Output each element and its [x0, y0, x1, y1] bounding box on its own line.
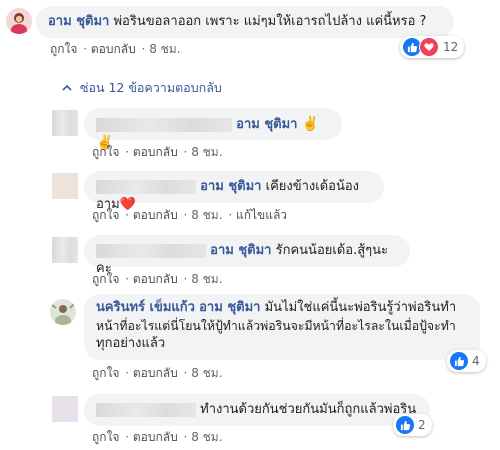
- comment-time[interactable]: 8 ชม.: [191, 272, 222, 286]
- hide-replies-toggle[interactable]: ซ่อน 12 ข้อความตอบกลับ: [62, 78, 222, 98]
- edited-label[interactable]: แก้ไขแล้ว: [236, 208, 287, 222]
- comment-author[interactable]: อาม ชุติมา: [48, 14, 109, 29]
- reply-bubble: ทำงานด้วยกันช่วยกันมันก็ถูกแล้วพ่อริน: [84, 394, 430, 426]
- like-link[interactable]: ถูกใจ: [92, 272, 119, 286]
- comment-author[interactable]: นครินทร์ เข็มแก้ว: [96, 300, 195, 315]
- reply-link[interactable]: ตอบกลับ: [91, 42, 136, 56]
- reply-link[interactable]: ตอบกลับ: [133, 208, 178, 222]
- avatar[interactable]: [52, 173, 78, 199]
- avatar[interactable]: [52, 237, 78, 263]
- comment-time[interactable]: 8 ชม.: [149, 42, 180, 56]
- reaction-count: 12: [443, 40, 459, 54]
- reply-link[interactable]: ตอบกลับ: [133, 145, 178, 159]
- redacted-author[interactable]: [96, 243, 206, 258]
- avatar[interactable]: [50, 299, 76, 325]
- comment-time[interactable]: 8 ชม.: [191, 366, 222, 380]
- reply-link[interactable]: ตอบกลับ: [133, 430, 178, 444]
- reply-link[interactable]: ตอบกลับ: [133, 272, 178, 286]
- like-link[interactable]: ถูกใจ: [92, 208, 119, 222]
- reply-text-line-3: ทุกอย่างแล้ว: [96, 336, 166, 351]
- redacted-author[interactable]: [96, 402, 196, 417]
- comment-time[interactable]: 8 ชม.: [191, 208, 222, 222]
- like-link[interactable]: ถูกใจ: [92, 145, 119, 159]
- reply-meta: ถูกใจ · ตอบกลับ · 8 ชม. · แก้ไขแล้ว: [92, 208, 288, 222]
- chevron-up-icon: [62, 80, 72, 95]
- like-reaction-icon: [450, 352, 468, 370]
- mention-link[interactable]: อาม ชุติมา: [210, 243, 271, 258]
- top-comment-meta: ถูกใจ · ตอบกลับ · 8 ชม.: [50, 42, 181, 56]
- love-reaction-icon: [419, 37, 439, 57]
- reaction-summary[interactable]: 2: [393, 414, 432, 436]
- like-link[interactable]: ถูกใจ: [92, 430, 119, 444]
- like-reaction-icon: [396, 416, 414, 434]
- reply-meta: ถูกใจ · ตอบกลับ · 8 ชม.: [92, 430, 223, 444]
- reaction-summary[interactable]: 4: [447, 350, 486, 372]
- mention-link[interactable]: อาม ชุติมา: [236, 117, 297, 132]
- reply-bubble: อาม ชุติมา ✌️✌️: [84, 108, 342, 151]
- reaction-summary[interactable]: 12: [400, 36, 465, 58]
- top-comment-bubble: อาม ชุติมา พ่อรินขอลาออก เพราะ แม่ๆมให้เ…: [36, 6, 454, 38]
- comment-time[interactable]: 8 ชม.: [191, 145, 222, 159]
- avatar[interactable]: [52, 396, 78, 422]
- like-link[interactable]: ถูกใจ: [92, 366, 119, 380]
- reply-meta: ถูกใจ · ตอบกลับ · 8 ชม.: [92, 145, 223, 159]
- reply-link[interactable]: ตอบกลับ: [133, 366, 178, 380]
- mention-link[interactable]: อาม ชุติมา: [200, 179, 261, 194]
- reply-text: ทำงานด้วยกันช่วยกันมันก็ถูกแล้วพ่อริน: [200, 402, 417, 417]
- reply-bubble: อาม ชุติมา รักคนน้อยเด้อ.สู้ๆนะคะ: [84, 235, 410, 276]
- reply-meta: ถูกใจ · ตอบกลับ · 8 ชม.: [92, 272, 223, 286]
- avatar[interactable]: [52, 110, 78, 136]
- comment-time[interactable]: 8 ชม.: [191, 430, 222, 444]
- redacted-author[interactable]: [96, 117, 232, 132]
- reply-text-line-2: หน้าที่อะไรแต่นี่โยนให้ปู้ทำแล้วพ่อรินจะ…: [96, 319, 456, 333]
- avatar[interactable]: [6, 8, 32, 34]
- reply-meta: ถูกใจ · ตอบกลับ · 8 ชม.: [92, 366, 223, 380]
- reaction-count: 4: [472, 354, 480, 368]
- redacted-author[interactable]: [96, 179, 196, 194]
- reaction-count: 2: [418, 418, 426, 432]
- hide-replies-label: ซ่อน 12 ข้อความตอบกลับ: [79, 80, 222, 95]
- reply-text-line-1: มันไม่ใช่แค่นี้นะพ่อรินรู้ว่าพ่อรินทำ: [264, 300, 457, 315]
- like-link[interactable]: ถูกใจ: [50, 42, 77, 56]
- reply-bubble: นครินทร์ เข็มแก้ว อาม ชุติมา มันไม่ใช่แค…: [84, 294, 480, 360]
- mention-link[interactable]: อาม ชุติมา: [199, 300, 260, 315]
- reply-bubble: อาม ชุติมา เคียงข้างเด้อน้องอาม❤️: [84, 171, 384, 212]
- comment-text: พ่อรินขอลาออก เพราะ แม่ๆมให้เอารถไปล้าง …: [113, 14, 427, 29]
